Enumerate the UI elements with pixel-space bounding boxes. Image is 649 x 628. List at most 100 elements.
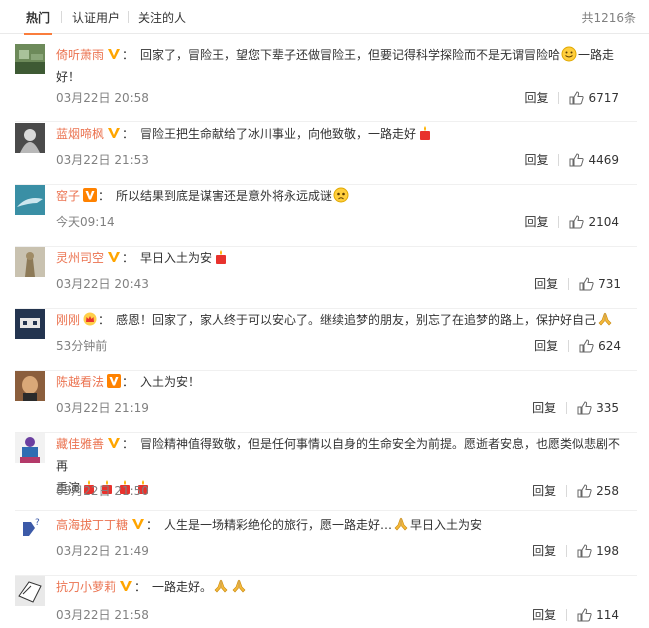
colon: ： <box>122 251 135 265</box>
colon: ： <box>122 127 135 141</box>
comment-time: 03月22日 21:49 <box>56 544 149 558</box>
reply-button[interactable]: 回复 <box>524 213 548 230</box>
comment-item: 抗刀小萝莉 ： 一路走好。 03月22日 21:58 回复 114 <box>0 576 649 628</box>
comment-actions: 回复 6717 <box>524 89 619 106</box>
like-count: 114 <box>596 607 619 622</box>
avatar[interactable] <box>15 371 45 401</box>
like-button[interactable]: 258 <box>577 484 619 498</box>
comment-text: 入土为安！ <box>140 375 201 389</box>
comment-text: 冒险精神值得致敬，但是任何事情以自身的生命安全为前提。愿逝者安息，也愿类似悲剧不… <box>56 437 621 473</box>
action-divider <box>558 91 560 104</box>
comment-actions: 回复 198 <box>532 542 619 559</box>
action-divider <box>566 544 568 557</box>
username-link[interactable]: 刚刚 <box>56 313 80 327</box>
username-link[interactable]: 抗刀小萝莉 <box>56 580 116 594</box>
action-divider <box>566 484 568 497</box>
like-count: 731 <box>598 276 621 291</box>
comment-actions: 回复 335 <box>532 399 619 416</box>
like-button[interactable]: 2104 <box>569 215 619 229</box>
like-button[interactable]: 731 <box>579 277 621 291</box>
pray-emoji-icon <box>394 517 408 531</box>
comment-item: 蓝烟啼枫 ： 冒险王把生命献给了冰川事业，向他致敬，一路走好 03月22日 21:5… <box>0 123 649 185</box>
avatar[interactable] <box>15 576 45 606</box>
candle-emoji-icon <box>420 126 431 140</box>
verified-badge-icon <box>108 252 121 262</box>
sad-emoji-icon <box>333 187 349 203</box>
reply-button[interactable]: 回复 <box>534 275 558 292</box>
comment-body: 陈越看法 ： 入土为安！ <box>56 371 631 393</box>
thumbs-up-icon <box>577 483 592 497</box>
comment-time: 03月22日 20:58 <box>56 91 149 105</box>
tab-verified-users[interactable]: 认证用户 <box>72 9 120 26</box>
avatar[interactable] <box>15 44 45 74</box>
username-link[interactable]: 陈越看法 <box>56 375 104 389</box>
tab-following[interactable]: 关注的人 <box>138 9 186 26</box>
comment-item: 刚刚 ： 感恩！回家了，家人终于可以安心了。继续追梦的朋友，别忘了在追梦的路上，保护… <box>0 309 649 371</box>
comment-body: 刚刚 ： 感恩！回家了，家人终于可以安心了。继续追梦的朋友，别忘了在追梦的路上，保护… <box>56 309 631 331</box>
tab-hot[interactable]: 热门 <box>23 9 53 35</box>
avatar[interactable] <box>15 123 45 153</box>
like-button[interactable]: 6717 <box>569 91 619 105</box>
reply-button[interactable]: 回复 <box>524 89 548 106</box>
avatar[interactable]: ? <box>15 514 45 544</box>
like-count: 4469 <box>588 152 619 167</box>
like-button[interactable]: 624 <box>579 339 621 353</box>
colon: ： <box>122 48 135 62</box>
like-button[interactable]: 4469 <box>569 153 619 167</box>
avatar[interactable] <box>15 247 45 277</box>
reply-button[interactable]: 回复 <box>534 337 558 354</box>
username-link[interactable]: 藏佳雅善 <box>56 437 104 451</box>
comment-actions: 回复 114 <box>532 606 619 623</box>
comment-body: 蓝烟啼枫 ： 冒险王把生命献给了冰川事业，向他致敬，一路走好 <box>56 123 631 145</box>
comment-time: 03月22日 21:53 <box>56 153 149 167</box>
username-link[interactable]: 灵州司空 <box>56 251 104 265</box>
comment-actions: 回复 4469 <box>524 151 619 168</box>
thumbs-up-icon <box>577 607 592 621</box>
comment-body: 灵州司空 ： 早日入土为安 <box>56 247 631 269</box>
verified-badge-icon <box>108 438 121 448</box>
colon: ： <box>122 375 135 389</box>
like-count: 2104 <box>588 214 619 229</box>
comment-time: 03月22日 21:58 <box>56 608 149 622</box>
username-link[interactable]: 蓝烟啼枫 <box>56 127 104 141</box>
comment-text: 冒险王把生命献给了冰川事业，向他致敬，一路走好 <box>140 127 417 141</box>
reply-button[interactable]: 回复 <box>532 606 556 623</box>
colon: ： <box>98 189 111 203</box>
colon: ： <box>98 313 111 327</box>
svg-text:?: ? <box>35 518 40 528</box>
comment-actions: 回复 258 <box>532 482 619 499</box>
reply-button[interactable]: 回复 <box>532 482 556 499</box>
colon: ： <box>122 437 135 451</box>
thumbs-up-icon <box>577 400 592 414</box>
avatar[interactable] <box>15 433 45 463</box>
like-button[interactable]: 198 <box>577 544 619 558</box>
pray-emoji-icon <box>214 579 228 593</box>
comment-text: 早日入土为安 <box>140 251 213 265</box>
comment-actions: 回复 624 <box>534 337 621 354</box>
username-link[interactable]: 倚听萧雨 <box>56 48 104 62</box>
comment-text: 回家了，冒险王，望您下辈子还做冒险王，但要记得科学探险而不是无谓冒险哈 <box>140 48 561 62</box>
action-divider <box>568 277 570 290</box>
comment-body: 窑子 ： 所以结果到底是谋害还是意外将永远成谜 <box>56 185 631 207</box>
comment-time: 03月22日 20:43 <box>56 277 149 291</box>
reply-button[interactable]: 回复 <box>524 151 548 168</box>
like-count: 198 <box>596 543 619 558</box>
comment-item: 陈越看法 ： 入土为安！ 03月22日 21:19 回复 335 <box>0 371 649 433</box>
verified-badge-icon <box>83 188 98 202</box>
avatar[interactable] <box>15 185 45 215</box>
reply-button[interactable]: 回复 <box>532 542 556 559</box>
username-link[interactable]: 窑子 <box>56 189 80 203</box>
like-count: 258 <box>596 483 619 498</box>
thumbs-up-icon <box>569 214 585 228</box>
like-button[interactable]: 335 <box>577 401 619 415</box>
action-divider <box>558 153 560 166</box>
like-button[interactable]: 114 <box>577 608 619 622</box>
comment-time: 03月22日 21:50 <box>56 484 149 498</box>
verified-badge-icon <box>108 49 121 59</box>
username-link[interactable]: 高海拔丁丁糖 <box>56 518 128 532</box>
reply-button[interactable]: 回复 <box>532 399 556 416</box>
verified-badge-icon <box>108 128 121 138</box>
avatar[interactable] <box>15 309 45 339</box>
comment-text: 一路走好。 <box>152 580 213 594</box>
comment-item: 倚听萧雨 ： 回家了，冒险王，望您下辈子还做冒险王，但要记得科学探险而不是无谓冒险哈… <box>0 44 649 122</box>
